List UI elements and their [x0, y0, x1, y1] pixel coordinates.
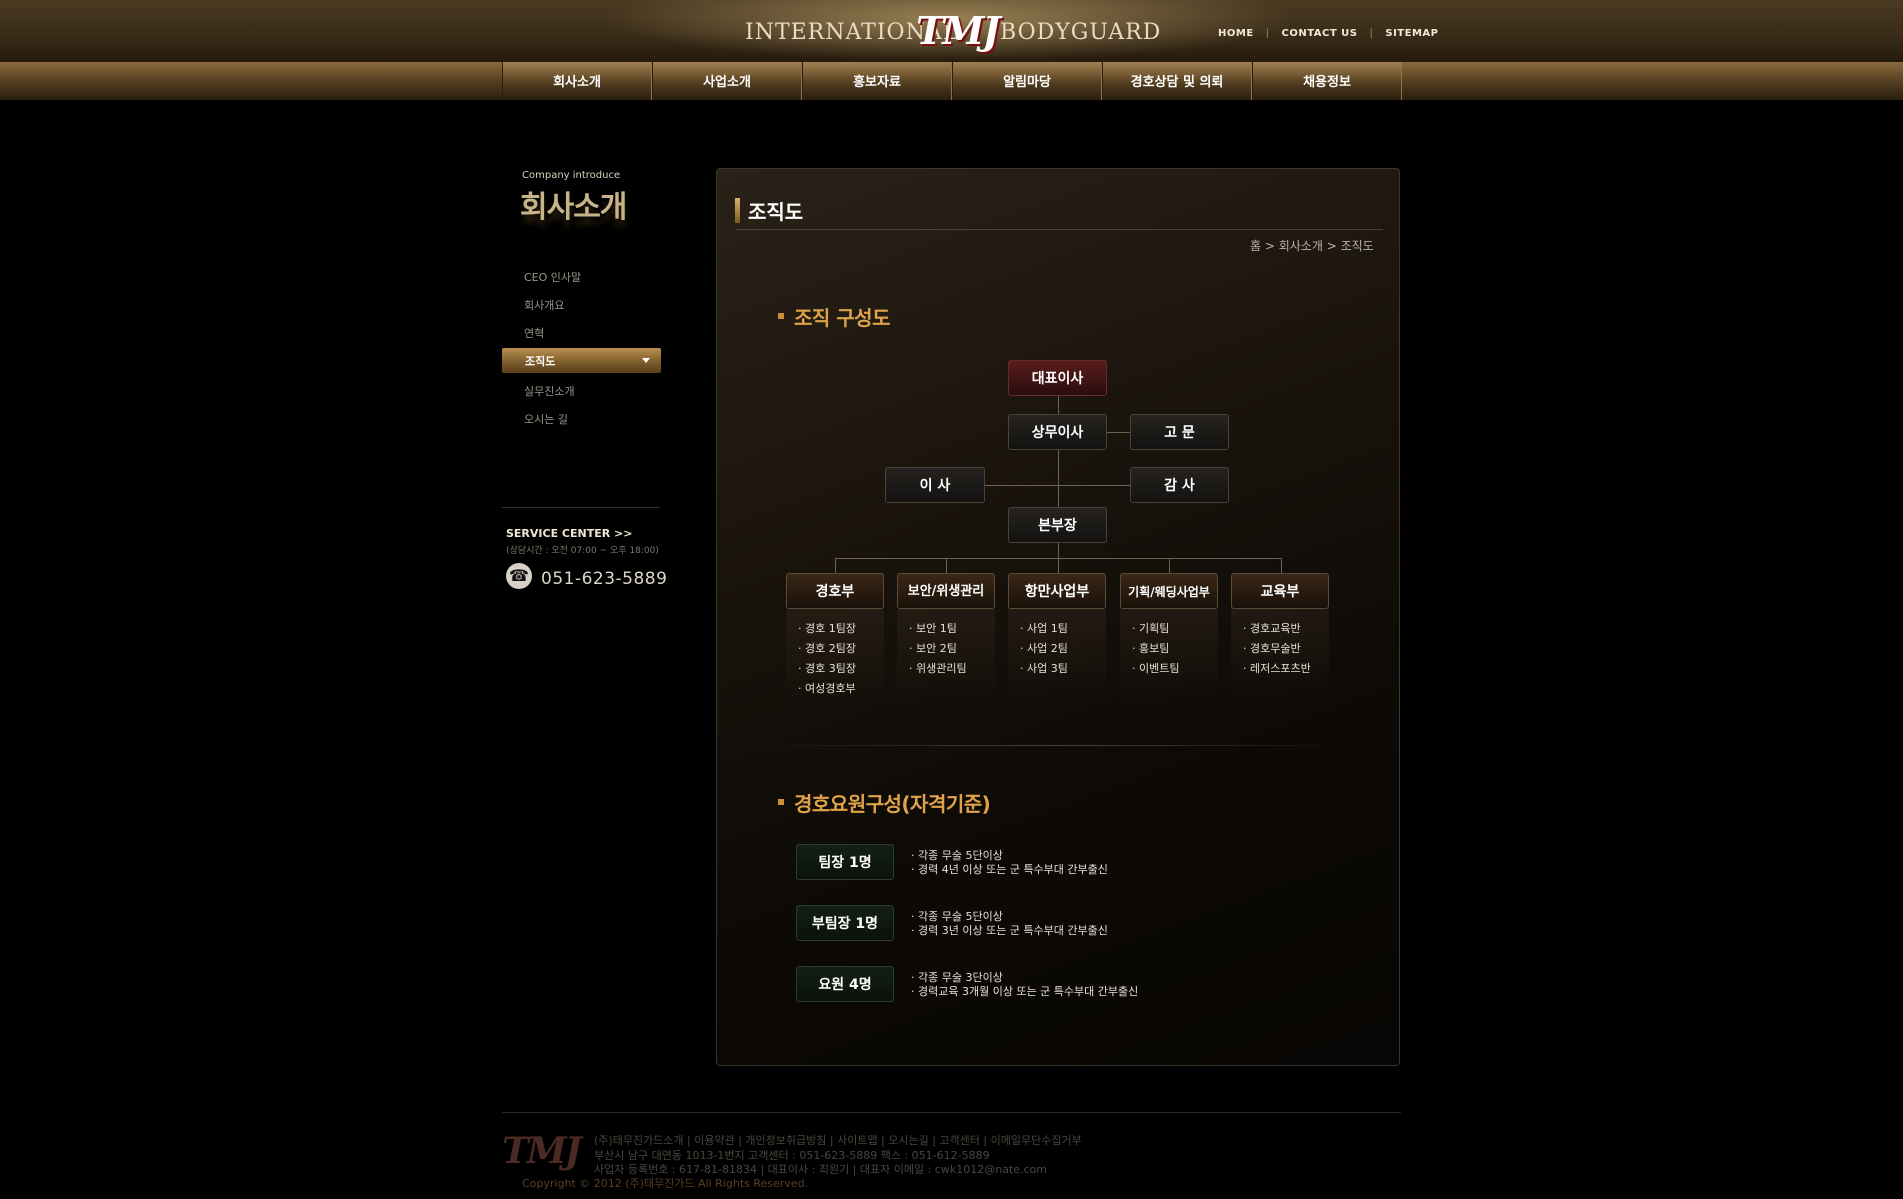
- qual-line: 경력교육 3개월 이상 또는 군 특수부대 간부출신: [911, 983, 1138, 999]
- org-headquarters: 본부장: [1008, 507, 1107, 543]
- dept-team-list: 기획팀 홍보팀 이벤트팀: [1120, 609, 1218, 701]
- org-connector: [1169, 558, 1170, 574]
- dept-port: 항만사업부: [1008, 573, 1106, 609]
- menu-pr[interactable]: 홍보자료: [802, 62, 952, 100]
- list-item: 경호무술반: [1231, 639, 1329, 659]
- list-item: 경호 2팀장: [786, 639, 884, 659]
- footer-logo: TMJ: [502, 1130, 582, 1172]
- logo-text-bodyguard[interactable]: BODYGUARD: [1000, 20, 1161, 45]
- section-bullet-icon: [778, 313, 784, 319]
- menu-recruit[interactable]: 채용정보: [1252, 62, 1402, 100]
- list-item: 보안 2팀: [897, 639, 995, 659]
- org-connector: [835, 558, 836, 574]
- utility-nav: HOME | CONTACT US | SITEMAP: [1212, 28, 1444, 39]
- list-item: 경호 1팀장: [786, 619, 884, 639]
- service-center-title[interactable]: SERVICE CENTER >>: [506, 527, 632, 540]
- contact-us-link[interactable]: CONTACT US: [1282, 28, 1358, 39]
- list-item: 위생관리팀: [897, 659, 995, 679]
- menu-consult[interactable]: 경호상담 및 의뢰: [1102, 62, 1252, 100]
- list-item: 사업 1팀: [1008, 619, 1106, 639]
- breadcrumb: 홈 > 회사소개 > 조직도: [1250, 239, 1374, 253]
- section-title-qualifications: 경호요원구성(자격기준): [794, 792, 991, 816]
- title-accent-bar: [735, 198, 740, 223]
- page-title: 조직도: [748, 200, 804, 224]
- list-item: 사업 2팀: [1008, 639, 1106, 659]
- home-link[interactable]: HOME: [1218, 28, 1254, 39]
- sidebar-item-staff[interactable]: 실무진소개: [524, 383, 575, 399]
- service-hours: (상담시간 : 오전 07:00 ~ 오후 18:00): [506, 546, 659, 556]
- org-director: 이 사: [885, 467, 985, 503]
- org-advisor: 고 문: [1130, 414, 1229, 450]
- dept-team-list: 보안 1팀 보안 2팀 위생관리팀: [897, 609, 995, 701]
- qual-role-subleader: 부팀장 1명: [796, 905, 894, 941]
- chevron-down-icon: [642, 358, 650, 363]
- sidebar-divider: [502, 507, 660, 508]
- dept-planning: 기획/웨딩사업부: [1120, 573, 1218, 609]
- list-item: 이벤트팀: [1120, 659, 1218, 679]
- list-item: 기획팀: [1120, 619, 1218, 639]
- title-divider: [735, 229, 1383, 230]
- sidebar-item-directions[interactable]: 오시는 길: [524, 411, 568, 427]
- logo-mark[interactable]: TMJ: [916, 8, 1000, 53]
- util-separator: |: [1369, 28, 1374, 39]
- menu-notice[interactable]: 알림마당: [952, 62, 1102, 100]
- sidebar-title-en: Company introduce: [522, 170, 621, 181]
- dept-team-list: 경호교육반 경호무술반 레저스포츠반: [1231, 609, 1329, 701]
- sidebar-item-label: 조직도: [525, 355, 556, 368]
- footer-links[interactable]: (주)태무진가드소개 | 이용약관 | 개인정보취급방침 | 사이트맵 | 오시…: [594, 1132, 1082, 1148]
- org-ceo: 대표이사: [1008, 360, 1107, 396]
- qual-role-leader: 팀장 1명: [796, 844, 894, 880]
- org-auditor: 감 사: [1130, 467, 1229, 503]
- org-connector: [835, 558, 1282, 559]
- list-item: 보안 1팀: [897, 619, 995, 639]
- list-item: 사업 3팀: [1008, 659, 1106, 679]
- dept-safety: 보안/위생관리: [897, 573, 995, 609]
- dept-education: 교육부: [1231, 573, 1329, 609]
- org-connector: [946, 558, 947, 574]
- org-connector: [1107, 432, 1130, 433]
- dept-team-list: 경호 1팀장 경호 2팀장 경호 3팀장 여성경호부: [786, 609, 884, 701]
- org-connector: [985, 485, 1130, 486]
- qual-role-member: 요원 4명: [796, 966, 894, 1002]
- section-bullet-icon: [778, 799, 784, 805]
- dept-team-list: 사업 1팀 사업 2팀 사업 3팀: [1008, 609, 1106, 701]
- service-phone: 051-623-5889: [541, 569, 668, 589]
- list-item: 홍보팀: [1120, 639, 1218, 659]
- util-separator: |: [1265, 28, 1270, 39]
- sidebar-item-ceo[interactable]: CEO 인사말: [524, 269, 581, 285]
- sidebar-item-history[interactable]: 연혁: [524, 325, 544, 341]
- qual-line: 경력 4년 이상 또는 군 특수부대 간부출신: [911, 861, 1108, 877]
- list-item: 레저스포츠반: [1231, 659, 1329, 679]
- section-title-org: 조직 구성도: [794, 306, 890, 330]
- list-item: 여성경호부: [786, 679, 884, 699]
- footer-copyright: Copyright © 2012 (주)태무진가드 All Rights Res…: [522, 1177, 809, 1190]
- qual-line: 경력 3년 이상 또는 군 특수부대 간부출신: [911, 922, 1108, 938]
- org-managing-director: 상무이사: [1008, 414, 1107, 450]
- list-item: 경호 3팀장: [786, 659, 884, 679]
- menu-company[interactable]: 회사소개: [502, 62, 652, 100]
- footer-divider: [502, 1112, 1401, 1113]
- phone-icon: ☎: [506, 563, 532, 589]
- menu-business[interactable]: 사업소개: [652, 62, 802, 100]
- section-divider: [760, 745, 1350, 746]
- sidebar-title: 회사소개: [520, 190, 627, 225]
- sitemap-link[interactable]: SITEMAP: [1385, 28, 1438, 39]
- org-connector: [1281, 558, 1282, 574]
- sidebar-item-overview[interactable]: 회사개요: [524, 297, 564, 313]
- dept-security: 경호부: [786, 573, 884, 609]
- list-item: 경호교육반: [1231, 619, 1329, 639]
